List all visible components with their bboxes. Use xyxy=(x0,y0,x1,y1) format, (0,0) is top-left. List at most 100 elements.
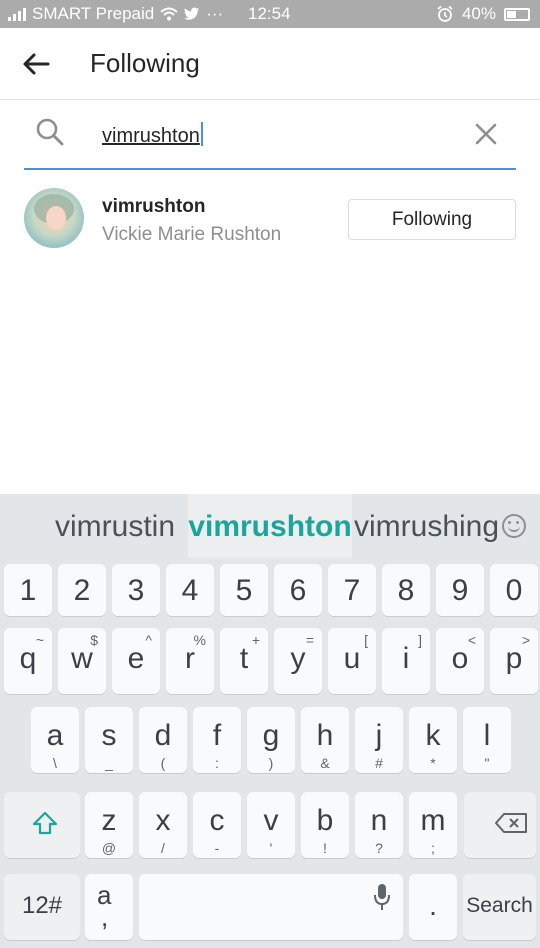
suggestion-1[interactable]: vimrustin xyxy=(40,494,190,558)
key-h[interactable]: h & xyxy=(301,707,349,773)
key-label: d xyxy=(154,719,172,752)
key-7[interactable]: 7 xyxy=(328,564,376,616)
key-alt-label: @ xyxy=(101,840,117,856)
suggestion-3[interactable]: vimrushing xyxy=(354,494,499,558)
key-alt-label: # xyxy=(375,755,383,771)
key-s[interactable]: s _ xyxy=(85,707,133,773)
top-bar: Following xyxy=(0,28,540,100)
key-5[interactable]: 5 xyxy=(220,564,268,616)
key-l[interactable]: l " xyxy=(463,707,511,773)
key-label: e xyxy=(127,642,145,675)
key-label: b xyxy=(316,804,334,837)
key-6[interactable]: 6 xyxy=(274,564,322,616)
key-label: 5 xyxy=(235,574,253,607)
key-u[interactable]: u[ xyxy=(328,628,376,694)
key-p[interactable]: p > xyxy=(490,628,538,694)
key-alt-label: ; xyxy=(431,840,435,856)
key-alt-label: [ xyxy=(364,632,368,648)
key-label: 8 xyxy=(397,574,415,607)
key-alt-label: % xyxy=(193,632,206,648)
key-label: u xyxy=(343,642,361,675)
key-t[interactable]: t + xyxy=(220,628,268,694)
backspace-icon xyxy=(495,813,527,833)
key-label: f xyxy=(212,719,222,752)
key-e[interactable]: e ^ xyxy=(112,628,160,694)
key-alt-label: ^ xyxy=(145,632,152,648)
key-c[interactable]: c- xyxy=(193,792,241,858)
space-key[interactable] xyxy=(139,874,403,940)
key-j[interactable]: j # xyxy=(355,707,403,773)
key-g[interactable]: g) xyxy=(247,707,295,773)
symbols-key[interactable]: 12# xyxy=(4,874,80,940)
key-y[interactable]: y = xyxy=(274,628,322,694)
key-label: v xyxy=(263,804,279,837)
key-alt-label: < xyxy=(467,632,476,648)
a-comma-key[interactable]: a, xyxy=(85,874,133,940)
key-a[interactable]: a \ xyxy=(31,707,79,773)
key-d[interactable]: d( xyxy=(139,707,187,773)
following-button[interactable]: Following xyxy=(348,199,516,240)
key-label: j xyxy=(375,719,383,752)
symbols-label: 12# xyxy=(21,892,63,919)
key-o[interactable]: o < xyxy=(436,628,484,694)
key-m[interactable]: m; xyxy=(409,792,457,858)
key-label: t xyxy=(239,642,249,675)
key-label: c xyxy=(209,804,225,837)
key-label: 6 xyxy=(289,574,307,607)
key-r[interactable]: r% xyxy=(166,628,214,694)
list-item[interactable]: vimrushton Vickie Marie Rushton Followin… xyxy=(0,180,540,260)
status-bar: SMART Prepaid ··· 12:54 40% xyxy=(0,0,540,28)
battery-percent: 40% xyxy=(461,4,496,23)
key-label: p xyxy=(505,642,523,675)
key-i[interactable]: i] xyxy=(382,628,430,694)
search-key-label: Search xyxy=(466,894,533,917)
key-alt-label: * xyxy=(430,755,436,771)
key-alt-label: / xyxy=(161,840,165,856)
key-z[interactable]: z @ xyxy=(85,792,133,858)
key-label: 1 xyxy=(19,574,37,607)
period-key[interactable]: . xyxy=(409,874,457,940)
key-4[interactable]: 4 xyxy=(166,564,214,616)
twitter-icon xyxy=(184,7,200,20)
key-b[interactable]: b! xyxy=(301,792,349,858)
search-key[interactable]: Search xyxy=(463,874,536,940)
key-f[interactable]: f: xyxy=(193,707,241,773)
key-2[interactable]: 2 xyxy=(58,564,106,616)
key-3[interactable]: 3 xyxy=(112,564,160,616)
key-label: h xyxy=(316,719,334,752)
back-arrow-icon[interactable] xyxy=(20,48,52,80)
key-x[interactable]: x / xyxy=(139,792,187,858)
search-input[interactable]: vimrushton xyxy=(102,122,203,148)
key-alt-label: ] xyxy=(418,632,422,648)
key-k[interactable]: k * xyxy=(409,707,457,773)
key-n[interactable]: n? xyxy=(355,792,403,858)
key-w[interactable]: w $ xyxy=(58,628,106,694)
signal-icon xyxy=(8,7,26,21)
key-alt-label: : xyxy=(215,755,219,771)
suggestion-2[interactable]: vimrushton xyxy=(188,494,352,558)
search-bar[interactable]: vimrushton xyxy=(24,104,516,170)
emoji-icon[interactable] xyxy=(502,514,526,538)
key-q[interactable]: q ~ xyxy=(4,628,52,694)
key-9[interactable]: 9 xyxy=(436,564,484,616)
key-label: 0 xyxy=(505,574,523,607)
key-8[interactable]: 8 xyxy=(382,564,430,616)
key-alt-label: , xyxy=(101,902,109,932)
clear-icon[interactable] xyxy=(472,120,500,148)
key-0[interactable]: 0 xyxy=(490,564,538,616)
clock: 12:54 xyxy=(248,4,291,23)
key-alt-label: ~ xyxy=(35,632,44,648)
key-1[interactable]: 1 xyxy=(4,564,52,616)
key-label: q xyxy=(19,642,37,675)
shift-key[interactable] xyxy=(4,792,80,858)
key-alt-label: $ xyxy=(90,632,98,648)
key-alt-label: = xyxy=(305,632,314,648)
key-label: 7 xyxy=(343,574,361,607)
key-alt-label: & xyxy=(320,755,330,771)
key-label: m xyxy=(420,804,446,837)
avatar[interactable] xyxy=(24,188,84,248)
key-label: z xyxy=(101,804,117,837)
key-v[interactable]: v ' xyxy=(247,792,295,858)
key-label: k xyxy=(425,719,441,752)
backspace-key[interactable] xyxy=(464,792,536,858)
